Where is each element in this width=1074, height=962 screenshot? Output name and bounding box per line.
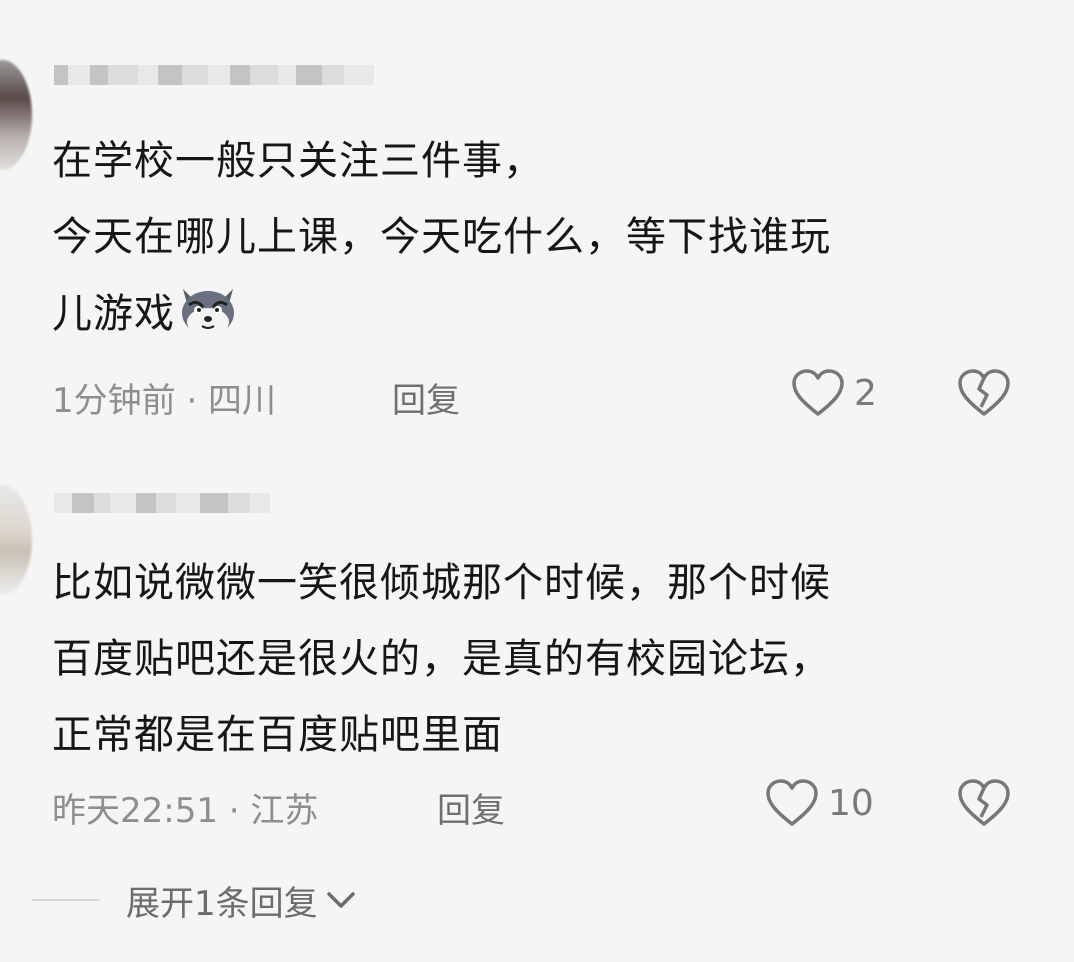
comment-text: 在学校一般只关注三件事， 今天在哪儿上课，今天吃什么，等下找谁玩 儿游戏 — [52, 123, 1032, 352]
heart-icon — [766, 779, 818, 826]
comment-meta: 昨天22:51 · 江苏 回复 10 — [52, 777, 1074, 831]
dislike-button[interactable] — [956, 777, 1012, 838]
broken-heart-icon — [958, 779, 1010, 826]
comment-meta: 1分钟前 · 四川 回复 2 — [52, 367, 1074, 421]
chevron-down-icon — [326, 892, 355, 908]
reply-button[interactable]: 回复 — [437, 783, 505, 832]
timestamp-location: 昨天22:51 · 江苏 — [52, 791, 319, 831]
divider-line — [32, 899, 100, 901]
like-count: 2 — [854, 372, 877, 414]
comment-text-body: 在学校一般只关注三件事， 今天在哪儿上课，今天吃什么，等下找谁玩 儿游戏 — [52, 138, 831, 337]
broken-heart-icon — [958, 369, 1010, 416]
timestamp-location: 1分钟前 · 四川 — [52, 381, 277, 421]
avatar[interactable] — [0, 60, 32, 170]
like-button[interactable]: 10 — [764, 777, 874, 829]
username-blurred[interactable] — [54, 55, 374, 95]
dislike-button[interactable] — [956, 367, 1012, 428]
expand-replies-button[interactable]: 展开1条回复 — [32, 872, 358, 928]
reply-button[interactable]: 回复 — [392, 373, 460, 422]
username-blurred[interactable] — [54, 483, 270, 523]
heart-icon — [792, 369, 844, 416]
avatar[interactable] — [0, 485, 32, 595]
wolf-emoji-icon — [182, 289, 234, 336]
like-count: 10 — [828, 782, 874, 824]
like-button[interactable]: 2 — [790, 367, 877, 419]
expand-replies-label: 展开1条回复 — [126, 883, 318, 924]
comment-text: 比如说微微一笑很倾城那个时候，那个时候 百度贴吧还是很火的，是真的有校园论坛， … — [52, 560, 831, 758]
